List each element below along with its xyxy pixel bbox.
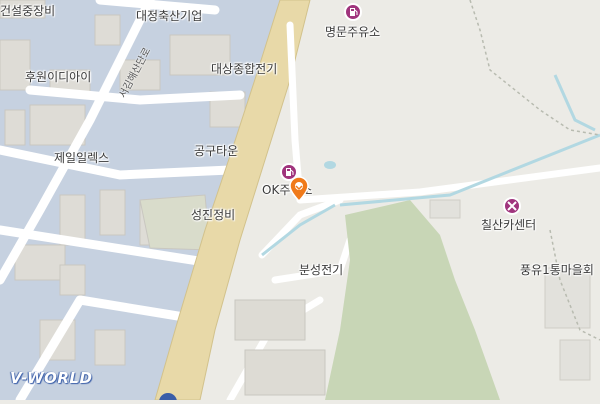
label-jeil: 제일일렉스 bbox=[54, 151, 110, 165]
location-pin-icon[interactable] bbox=[289, 176, 309, 203]
label-daesang: 대상종합전기 bbox=[211, 62, 278, 76]
label-seongjin: 성진정비 bbox=[191, 208, 236, 222]
vworld-logo: V-WORLD bbox=[10, 369, 106, 387]
label-bunseong: 분성전기 bbox=[299, 263, 344, 277]
poi-label-chilsan[interactable]: 칠산카센터 bbox=[481, 216, 536, 233]
label-daejeong: 대정축산기업 bbox=[136, 9, 203, 23]
map-canvas[interactable]: 서김해산단로 대정축산기업 대상종합전기 건설중장비 후원이디아이 제일일렉스 … bbox=[0, 0, 600, 404]
label-geonseol: 건설중장비 bbox=[0, 4, 56, 18]
label-gonggu: 공구타운 bbox=[194, 144, 239, 158]
vworld-logo-text: V-WORLD bbox=[10, 369, 93, 387]
car-repair-icon[interactable] bbox=[503, 197, 521, 215]
poi-label-myeongmun[interactable]: 명문주유소 bbox=[325, 23, 380, 40]
label-huwon: 후원이디아이 bbox=[25, 70, 92, 84]
label-pungyu: 풍유1통마을회 bbox=[520, 263, 594, 277]
gas-station-icon[interactable] bbox=[344, 3, 362, 21]
